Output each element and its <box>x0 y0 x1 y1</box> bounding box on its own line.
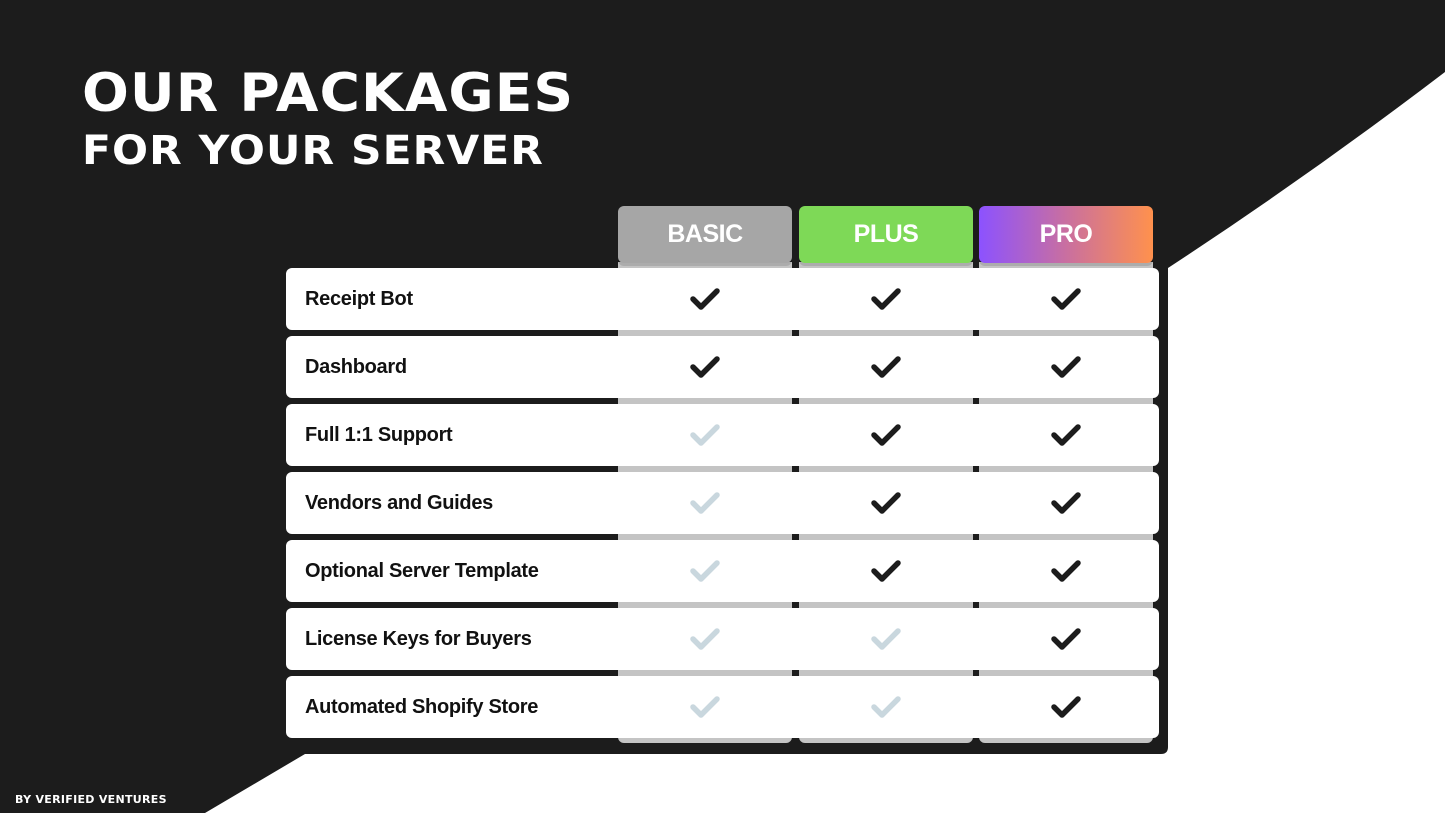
table-row: Receipt Bot <box>286 268 1159 330</box>
checkmark-disabled-icon <box>868 692 904 722</box>
cell-pro <box>979 268 1153 330</box>
checkmark-icon <box>1048 420 1084 450</box>
checkmark-icon <box>868 284 904 314</box>
cell-basic <box>618 472 792 534</box>
feature-label: License Keys for Buyers <box>305 628 532 650</box>
checkmark-disabled-icon <box>687 420 723 450</box>
feature-label: Receipt Bot <box>305 288 413 310</box>
cell-basic <box>618 336 792 398</box>
cell-basic <box>618 404 792 466</box>
checkmark-icon <box>1048 284 1084 314</box>
plan-header-pro: PRO <box>979 206 1153 263</box>
checkmark-disabled-icon <box>687 556 723 586</box>
table-row: Automated Shopify Store <box>286 676 1159 738</box>
checkmark-icon <box>868 556 904 586</box>
page-title: OUR PACKAGES <box>82 63 575 124</box>
table-row: Full 1:1 Support <box>286 404 1159 466</box>
cell-pro <box>979 336 1153 398</box>
feature-label: Optional Server Template <box>305 560 539 582</box>
table-row: License Keys for Buyers <box>286 608 1159 670</box>
checkmark-icon <box>868 488 904 518</box>
cell-plus <box>799 540 973 602</box>
cell-basic <box>618 540 792 602</box>
feature-label: Vendors and Guides <box>305 492 493 514</box>
cell-pro <box>979 608 1153 670</box>
table-row: Dashboard <box>286 336 1159 398</box>
plan-header-plus: PLUS <box>799 206 973 263</box>
cell-plus <box>799 336 973 398</box>
cell-pro <box>979 404 1153 466</box>
checkmark-icon <box>868 352 904 382</box>
cell-pro <box>979 472 1153 534</box>
checkmark-icon <box>1048 556 1084 586</box>
feature-label: Automated Shopify Store <box>305 696 539 718</box>
page-subtitle: FOR YOUR SERVER <box>82 128 544 174</box>
checkmark-icon <box>1048 488 1084 518</box>
feature-label: Full 1:1 Support <box>305 424 453 446</box>
checkmark-disabled-icon <box>687 624 723 654</box>
cell-plus <box>799 472 973 534</box>
cell-plus <box>799 268 973 330</box>
checkmark-icon <box>1048 624 1084 654</box>
footer-credit: BY VERIFIED VENTURES <box>15 793 167 806</box>
checkmark-icon <box>687 352 723 382</box>
checkmark-disabled-icon <box>868 624 904 654</box>
checkmark-icon <box>1048 352 1084 382</box>
cell-basic <box>618 608 792 670</box>
cell-pro <box>979 540 1153 602</box>
cell-plus <box>799 676 973 738</box>
cell-basic <box>618 268 792 330</box>
table-row: Vendors and Guides <box>286 472 1159 534</box>
table-row: Optional Server Template <box>286 540 1159 602</box>
plan-header-basic: BASIC <box>618 206 792 263</box>
feature-label: Dashboard <box>305 356 407 378</box>
cell-plus <box>799 608 973 670</box>
checkmark-disabled-icon <box>687 488 723 518</box>
cell-pro <box>979 676 1153 738</box>
checkmark-disabled-icon <box>687 692 723 722</box>
checkmark-icon <box>687 284 723 314</box>
cell-plus <box>799 404 973 466</box>
checkmark-icon <box>1048 692 1084 722</box>
cell-basic <box>618 676 792 738</box>
checkmark-icon <box>868 420 904 450</box>
